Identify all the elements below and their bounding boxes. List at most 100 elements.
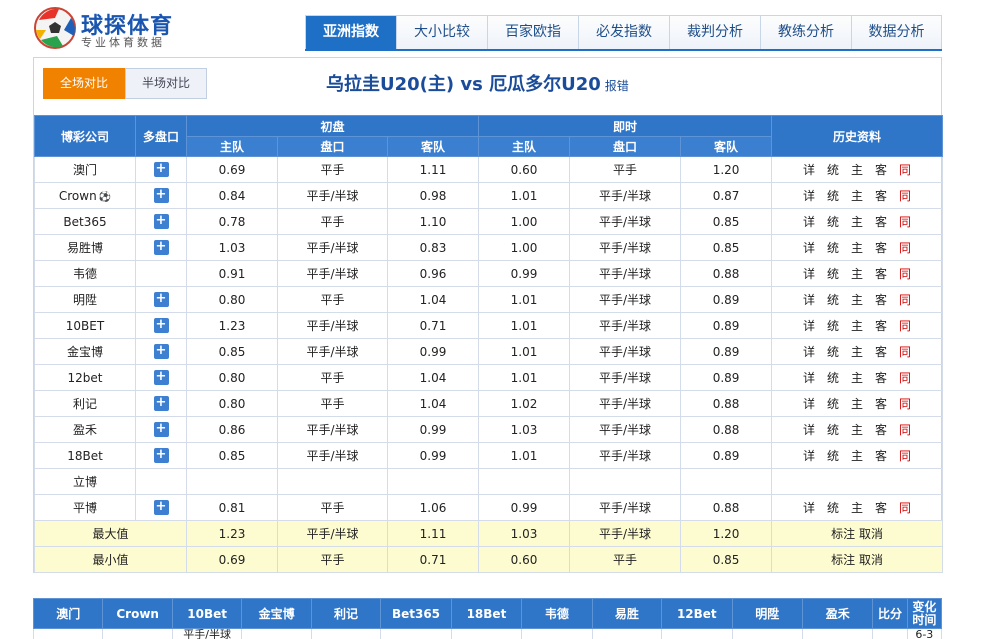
company-name[interactable]: 金宝博 <box>34 338 136 365</box>
tab-over-under[interactable]: 大小比较 <box>397 16 488 49</box>
company-name[interactable]: 12bet <box>34 364 136 391</box>
detail-link[interactable]: 详 <box>797 187 821 204</box>
stats-link[interactable]: 统 <box>821 369 845 386</box>
same-link[interactable]: 同 <box>893 447 917 464</box>
detail-link[interactable]: 详 <box>797 265 821 282</box>
home-link[interactable]: 主 <box>845 395 869 412</box>
away-link[interactable]: 客 <box>869 369 893 386</box>
tab-european-odds[interactable]: 百家欧指 <box>488 16 579 49</box>
expand-plus-icon[interactable]: + <box>153 240 169 255</box>
cancel-link[interactable]: 取消 <box>859 553 883 567</box>
stats-link[interactable]: 统 <box>821 499 845 516</box>
company-name[interactable]: Bet365 <box>34 208 136 235</box>
away-link[interactable]: 客 <box>869 213 893 230</box>
stats-link[interactable]: 统 <box>821 213 845 230</box>
company-name[interactable]: Crown ⚽ <box>34 182 136 209</box>
expand-plus-icon[interactable]: + <box>153 162 169 177</box>
same-link[interactable]: 同 <box>893 499 917 516</box>
same-link[interactable]: 同 <box>893 343 917 360</box>
detail-link[interactable]: 详 <box>797 239 821 256</box>
expand-plus-icon[interactable]: + <box>153 500 169 515</box>
home-link[interactable]: 主 <box>845 291 869 308</box>
tab-data-analysis[interactable]: 数据分析 <box>852 16 941 49</box>
same-link[interactable]: 同 <box>893 239 917 256</box>
company-name[interactable]: 利记 <box>34 390 136 417</box>
stats-link[interactable]: 统 <box>821 447 845 464</box>
tab-referee-analysis[interactable]: 裁判分析 <box>670 16 761 49</box>
away-link[interactable]: 客 <box>869 317 893 334</box>
cancel-link[interactable]: 取消 <box>859 527 883 541</box>
away-link[interactable]: 客 <box>869 421 893 438</box>
report-error-link[interactable]: 报错 <box>605 79 629 93</box>
home-link[interactable]: 主 <box>845 187 869 204</box>
same-link[interactable]: 同 <box>893 187 917 204</box>
away-link[interactable]: 客 <box>869 499 893 516</box>
same-link[interactable]: 同 <box>893 213 917 230</box>
mark-link[interactable]: 标注 <box>831 527 855 541</box>
stats-link[interactable]: 统 <box>821 187 845 204</box>
expand-plus-icon[interactable]: + <box>153 344 169 359</box>
home-link[interactable]: 主 <box>845 239 869 256</box>
away-link[interactable]: 客 <box>869 265 893 282</box>
stats-link[interactable]: 统 <box>821 343 845 360</box>
stats-link[interactable]: 统 <box>821 239 845 256</box>
site-logo[interactable]: 球探体育 专业体育数据 <box>33 6 193 52</box>
detail-link[interactable]: 详 <box>797 369 821 386</box>
company-name[interactable]: 韦德 <box>34 260 136 287</box>
away-link[interactable]: 客 <box>869 395 893 412</box>
detail-link[interactable]: 详 <box>797 213 821 230</box>
detail-link[interactable]: 详 <box>797 161 821 178</box>
stats-link[interactable]: 统 <box>821 161 845 178</box>
same-link[interactable]: 同 <box>893 291 917 308</box>
expand-plus-icon[interactable]: + <box>153 318 169 333</box>
expand-plus-icon[interactable]: + <box>153 448 169 463</box>
away-link[interactable]: 客 <box>869 447 893 464</box>
stats-link[interactable]: 统 <box>821 291 845 308</box>
half-match-button[interactable]: 半场对比 <box>125 68 207 99</box>
same-link[interactable]: 同 <box>893 317 917 334</box>
detail-link[interactable]: 详 <box>797 421 821 438</box>
company-name[interactable]: 18Bet <box>34 442 136 469</box>
home-link[interactable]: 主 <box>845 265 869 282</box>
same-link[interactable]: 同 <box>893 369 917 386</box>
same-link[interactable]: 同 <box>893 161 917 178</box>
expand-plus-icon[interactable]: + <box>153 422 169 437</box>
home-link[interactable]: 主 <box>845 447 869 464</box>
full-match-button[interactable]: 全场对比 <box>43 68 125 99</box>
company-name[interactable]: 易胜博 <box>34 234 136 261</box>
detail-link[interactable]: 详 <box>797 499 821 516</box>
company-name[interactable]: 10BET <box>34 312 136 339</box>
tab-betfair-index[interactable]: 必发指数 <box>579 16 670 49</box>
stats-link[interactable]: 统 <box>821 265 845 282</box>
away-link[interactable]: 客 <box>869 239 893 256</box>
same-link[interactable]: 同 <box>893 421 917 438</box>
home-link[interactable]: 主 <box>845 317 869 334</box>
company-name[interactable]: 盈禾 <box>34 416 136 443</box>
same-link[interactable]: 同 <box>893 265 917 282</box>
home-link[interactable]: 主 <box>845 343 869 360</box>
detail-link[interactable]: 详 <box>797 343 821 360</box>
expand-plus-icon[interactable]: + <box>153 214 169 229</box>
home-link[interactable]: 主 <box>845 161 869 178</box>
expand-plus-icon[interactable]: + <box>153 396 169 411</box>
stats-link[interactable]: 统 <box>821 395 845 412</box>
company-name[interactable]: 立博 <box>34 468 136 495</box>
detail-link[interactable]: 详 <box>797 395 821 412</box>
company-name[interactable]: 明陞 <box>34 286 136 313</box>
home-link[interactable]: 主 <box>845 369 869 386</box>
expand-plus-icon[interactable]: + <box>153 188 169 203</box>
company-name[interactable]: 澳门 <box>34 156 136 183</box>
home-link[interactable]: 主 <box>845 421 869 438</box>
detail-link[interactable]: 详 <box>797 291 821 308</box>
away-link[interactable]: 客 <box>869 187 893 204</box>
tab-asian-index[interactable]: 亚洲指数 <box>306 16 397 49</box>
home-link[interactable]: 主 <box>845 499 869 516</box>
same-link[interactable]: 同 <box>893 395 917 412</box>
stats-link[interactable]: 统 <box>821 317 845 334</box>
mark-link[interactable]: 标注 <box>831 553 855 567</box>
expand-plus-icon[interactable]: + <box>153 292 169 307</box>
stats-link[interactable]: 统 <box>821 421 845 438</box>
detail-link[interactable]: 详 <box>797 447 821 464</box>
tab-coach-analysis[interactable]: 教练分析 <box>761 16 852 49</box>
away-link[interactable]: 客 <box>869 161 893 178</box>
